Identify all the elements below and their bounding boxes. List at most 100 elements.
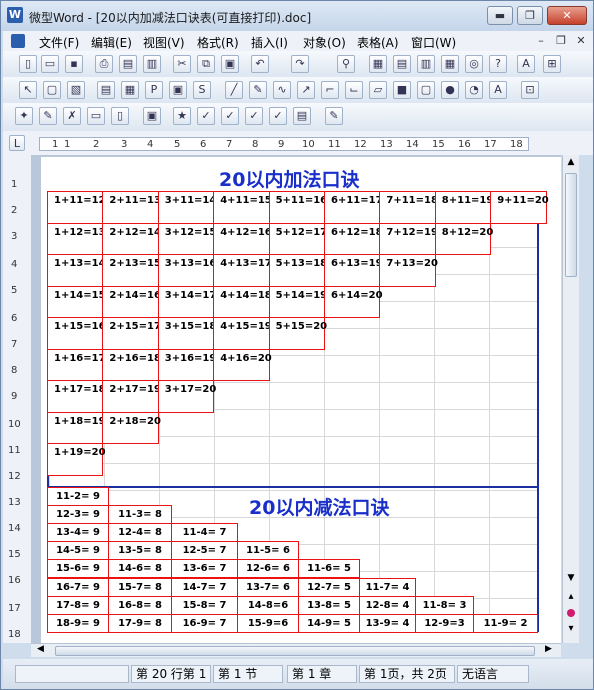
page-view-icon[interactable]: ▥ bbox=[417, 55, 435, 73]
arrow-line-icon[interactable]: ↗ bbox=[297, 81, 315, 99]
addition-cell: 4+12=16 bbox=[213, 222, 272, 255]
save-icon[interactable]: ▪ bbox=[65, 55, 83, 73]
ruler-num: 11 bbox=[328, 139, 341, 150]
menu-file[interactable]: 文件(F) bbox=[39, 34, 79, 51]
elbow-connector-icon[interactable]: ⌙ bbox=[345, 81, 363, 99]
pen-icon[interactable]: ✎ bbox=[249, 81, 267, 99]
preview-icon[interactable]: ▥ bbox=[143, 55, 161, 73]
rectangle-icon[interactable]: ■ bbox=[393, 81, 411, 99]
marker3-icon[interactable]: ✓ bbox=[245, 107, 263, 125]
scroll-up-icon[interactable]: ▲ bbox=[564, 157, 578, 171]
connector-icon[interactable]: ⌐ bbox=[321, 81, 339, 99]
find-icon[interactable]: ⚲ bbox=[337, 55, 355, 73]
doc-minimize-icon[interactable]: – bbox=[533, 33, 549, 49]
horizontal-ruler[interactable]: L 1 1 2 3 4 5 6 7 8 9 10 11 12 13 14 15 … bbox=[3, 131, 593, 155]
new-icon[interactable]: ▯ bbox=[19, 55, 37, 73]
help-icon[interactable]: ? bbox=[489, 55, 507, 73]
menu-object[interactable]: 对象(O) bbox=[303, 34, 346, 51]
paste-icon[interactable]: ▣ bbox=[221, 55, 239, 73]
ellipse-icon[interactable]: ● bbox=[441, 81, 459, 99]
copy-icon[interactable]: ⧉ bbox=[197, 55, 215, 73]
word-app-icon[interactable]: W bbox=[7, 7, 23, 23]
notes-icon[interactable]: ▤ bbox=[293, 107, 311, 125]
wordart-icon[interactable]: A bbox=[489, 81, 507, 99]
menu-edit[interactable]: 编辑(E) bbox=[91, 34, 132, 51]
two-page-icon[interactable]: ▦ bbox=[441, 55, 459, 73]
document-icon[interactable] bbox=[11, 34, 25, 48]
subtraction-cell: 12-4= 8 bbox=[108, 523, 172, 543]
curve-icon[interactable]: ∿ bbox=[273, 81, 291, 99]
menu-view[interactable]: 视图(V) bbox=[143, 34, 185, 51]
scroll-down-icon[interactable]: ▼ bbox=[564, 573, 578, 587]
frame-icon[interactable]: ▢ bbox=[43, 81, 61, 99]
browse-object-icon[interactable] bbox=[567, 609, 575, 617]
edit-frame-icon[interactable]: ▭ bbox=[87, 107, 105, 125]
vertical-ruler[interactable]: 1 2 3 4 5 6 7 8 9 10 11 12 13 14 15 16 1… bbox=[3, 155, 31, 643]
document-area[interactable]: 20以内加法口诀 20以内减法口诀 1+11=12 2+11=13 3+11=14 4… bbox=[31, 155, 561, 643]
doc-close-icon[interactable]: ✕ bbox=[573, 33, 589, 49]
vruler-num: 9 bbox=[11, 391, 18, 402]
line-icon[interactable]: ╱ bbox=[225, 81, 243, 99]
frame-box-icon[interactable]: ▦ bbox=[121, 81, 139, 99]
callout-icon[interactable]: ◔ bbox=[465, 81, 483, 99]
restore-button[interactable]: ❐ bbox=[517, 6, 543, 25]
font-icon[interactable]: A bbox=[517, 55, 535, 73]
polygon-icon[interactable]: ▱ bbox=[369, 81, 387, 99]
pdf-icon[interactable]: ▤ bbox=[119, 55, 137, 73]
format-painter-icon[interactable]: ✎ bbox=[325, 107, 343, 125]
image-icon[interactable]: ▧ bbox=[67, 81, 85, 99]
rounded-rect-icon[interactable]: ▢ bbox=[417, 81, 435, 99]
tab-stop-icon[interactable]: L bbox=[9, 135, 25, 151]
horizontal-scrollbar[interactable]: ◀ ▶ bbox=[31, 643, 561, 657]
vertical-scrollbar[interactable]: ▲ ▼ ▴ ▾ bbox=[562, 155, 579, 643]
addition-cell: 3+13=16 bbox=[157, 254, 216, 287]
scroll-left-icon[interactable]: ◀ bbox=[37, 644, 44, 654]
subtraction-cell: 14-6= 8 bbox=[108, 559, 172, 579]
print-icon[interactable]: ⎙ bbox=[95, 55, 113, 73]
hscroll-thumb[interactable] bbox=[55, 646, 535, 656]
template-icon[interactable]: ▣ bbox=[143, 107, 161, 125]
table-icon[interactable]: ⊞ bbox=[543, 55, 561, 73]
marker4-icon[interactable]: ✓ bbox=[269, 107, 287, 125]
addition-cell: 8+12=20 bbox=[434, 222, 493, 255]
edit-page-icon[interactable]: ▯ bbox=[111, 107, 129, 125]
addition-cell: 2+17=19 bbox=[102, 380, 161, 413]
s-box-icon[interactable]: S bbox=[193, 81, 211, 99]
cut-icon[interactable]: ✂ bbox=[173, 55, 191, 73]
subtraction-cell: 13-7= 6 bbox=[237, 577, 299, 597]
vruler-num: 15 bbox=[8, 549, 21, 560]
prev-page-icon[interactable]: ▴ bbox=[564, 591, 578, 605]
undo-icon[interactable]: ↶ bbox=[251, 55, 269, 73]
chart-box-icon[interactable]: ▣ bbox=[169, 81, 187, 99]
menu-insert[interactable]: 插入(I) bbox=[251, 34, 288, 51]
menu-format[interactable]: 格式(R) bbox=[197, 34, 239, 51]
minimize-button[interactable]: ▬ bbox=[487, 6, 513, 25]
marker2-icon[interactable]: ✓ bbox=[221, 107, 239, 125]
ole-icon[interactable]: ▤ bbox=[97, 81, 115, 99]
menu-window[interactable]: 窗口(W) bbox=[411, 34, 456, 51]
menu-table[interactable]: 表格(A) bbox=[357, 34, 399, 51]
ruler-num: 14 bbox=[406, 139, 419, 150]
redo-icon[interactable]: ↷ bbox=[291, 55, 309, 73]
header-icon[interactable]: ▤ bbox=[393, 55, 411, 73]
zoom-icon[interactable]: ◎ bbox=[465, 55, 483, 73]
edit-shape-icon[interactable]: ✎ bbox=[39, 107, 57, 125]
group-icon[interactable]: ⊡ bbox=[521, 81, 539, 99]
edit-delete-icon[interactable]: ✗ bbox=[63, 107, 81, 125]
scroll-thumb[interactable] bbox=[565, 173, 577, 277]
menu-bar: 文件(F) 编辑(E) 视图(V) 格式(R) 插入(I) 对象(O) 表格(A… bbox=[3, 31, 593, 51]
doc-restore-icon[interactable]: ❐ bbox=[553, 33, 569, 49]
scroll-right-icon[interactable]: ▶ bbox=[545, 644, 552, 654]
open-icon[interactable]: ▭ bbox=[41, 55, 59, 73]
page-number-icon[interactable]: ▦ bbox=[369, 55, 387, 73]
marker-icon[interactable]: ✓ bbox=[197, 107, 215, 125]
edit-points-icon[interactable]: ✦ bbox=[15, 107, 33, 125]
highlight-icon[interactable]: ★ bbox=[173, 107, 191, 125]
p-box-icon[interactable]: P bbox=[145, 81, 163, 99]
close-button[interactable]: ✕ bbox=[547, 6, 587, 25]
document-page[interactable]: 20以内加法口诀 20以内减法口诀 1+11=12 2+11=13 3+11=14 4… bbox=[41, 157, 561, 643]
next-page-icon[interactable]: ▾ bbox=[564, 623, 578, 637]
ruler-num: 3 bbox=[121, 139, 128, 150]
subtraction-cell: 16-7= 9 bbox=[47, 577, 109, 597]
select-arrow-icon[interactable]: ↖ bbox=[19, 81, 37, 99]
